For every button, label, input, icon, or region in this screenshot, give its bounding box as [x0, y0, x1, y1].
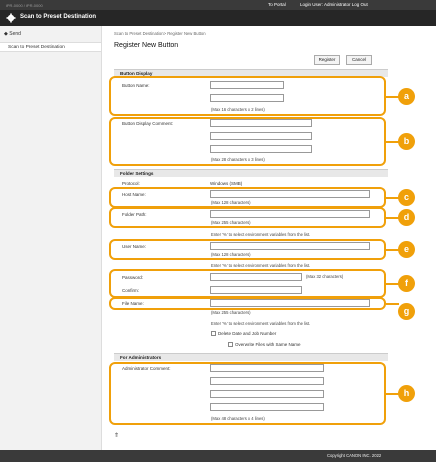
device-address: iPR-0000 / iPR-0000	[6, 3, 43, 8]
callout-line-g	[386, 303, 399, 305]
cancel-button[interactable]: Cancel	[346, 55, 372, 65]
copyright: Copyright CANON INC. 2022	[327, 453, 382, 458]
section-header-admin: For Administrators	[120, 355, 162, 360]
callout-g: g	[398, 303, 415, 320]
protocol-value: Windows (SMB)	[210, 181, 243, 186]
register-button[interactable]: Register	[314, 55, 340, 65]
callout-h: h	[398, 385, 415, 402]
callout-c: c	[398, 189, 415, 206]
scroll-top-icon[interactable]: ⇑	[114, 432, 119, 439]
section-folder-settings: Folder Settings	[114, 169, 388, 177]
highlight-b	[109, 117, 386, 166]
gear-icon	[6, 13, 16, 23]
user-name-env-hint: Enter '%' to select environment variable…	[211, 263, 311, 268]
sidebar-item-scan-to-preset[interactable]: Scan to Preset Destination	[0, 42, 101, 52]
callout-f: f	[398, 275, 415, 292]
section-for-administrators: For Administrators	[114, 353, 388, 361]
highlight-f	[109, 269, 386, 298]
sidebar: ◆ Send Scan to Preset Destination	[0, 26, 102, 450]
callout-d: d	[398, 209, 415, 226]
callout-a: a	[398, 88, 415, 105]
highlight-c	[109, 187, 386, 208]
folder-path-env-hint: Enter '%' to select environment variable…	[211, 232, 311, 237]
file-name-env-hint: Enter '%' to select environment variable…	[211, 321, 311, 326]
footer: Copyright CANON INC. 2022	[0, 450, 436, 462]
send-back-link[interactable]: ◆ Send	[4, 31, 21, 37]
breadcrumb: Scan to Preset Destination> Register New…	[114, 31, 206, 36]
delete-date-checkbox[interactable]	[211, 331, 216, 336]
delete-date-label: Delete Date and Job Number	[218, 331, 277, 336]
highlight-g	[109, 297, 386, 310]
to-portal-link[interactable]: To Portal	[268, 2, 286, 7]
title-bar: Scan to Preset Destination	[0, 10, 436, 26]
sidebar-item-label: Scan to Preset Destination	[8, 45, 65, 50]
callout-b: b	[398, 133, 415, 150]
callout-e: e	[398, 241, 415, 258]
highlight-d	[109, 207, 386, 228]
highlight-e	[109, 239, 386, 260]
page-title: Register New Button	[114, 42, 179, 49]
highlight-h	[109, 362, 386, 425]
highlight-a	[109, 76, 386, 116]
protocol-label: Protocol:	[122, 181, 140, 186]
overwrite-label: Overwrite Files with Same Name	[235, 342, 301, 347]
login-user-logout[interactable]: Login User: Administrator Log Out	[300, 2, 368, 7]
top-bar: iPR-0000 / iPR-0000 To Portal Login User…	[0, 0, 436, 10]
overwrite-checkbox[interactable]	[228, 342, 233, 347]
app-title: Scan to Preset Destination	[20, 14, 97, 20]
file-name-note: (Max 255 characters)	[211, 310, 251, 315]
section-header-folder-settings: Folder Settings	[120, 171, 154, 176]
